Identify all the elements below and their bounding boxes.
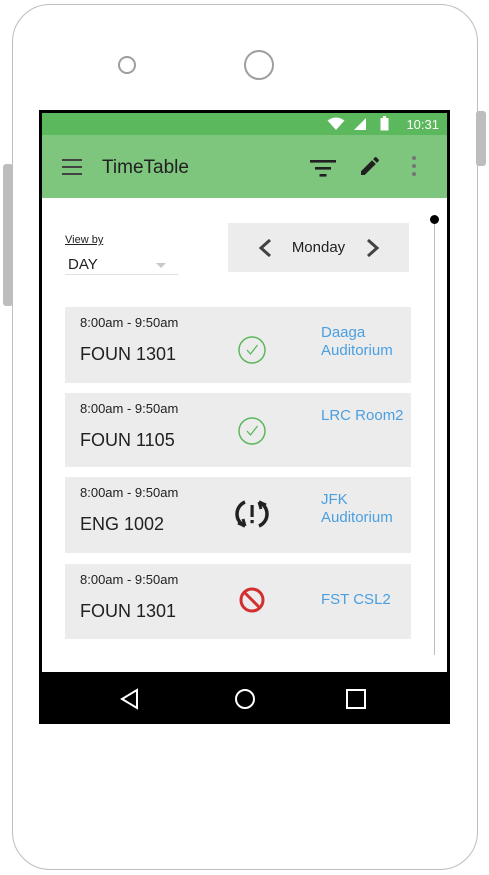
view-by-value: DAY — [68, 256, 98, 273]
power-button — [476, 111, 486, 166]
sync-problem-icon — [235, 500, 269, 528]
check-icon — [238, 336, 266, 364]
recent-apps-icon[interactable] — [345, 688, 367, 710]
edit-icon[interactable] — [358, 154, 382, 178]
class-room-link[interactable]: FST CSL2 — [321, 591, 411, 609]
class-card[interactable]: 8:00am - 9:50am FOUN 1301 FST CSL2 — [65, 564, 411, 639]
scrollbar-track[interactable] — [434, 220, 435, 655]
class-course: FOUN 1301 — [80, 344, 177, 364]
signal-icon — [354, 118, 366, 130]
class-time: 8:00am - 9:50am — [80, 485, 179, 500]
class-course: FOUN 1301 — [80, 601, 177, 621]
status-time: 10:31 — [406, 117, 439, 132]
dropdown-caret-icon — [156, 263, 166, 268]
class-card[interactable]: 8:00am - 9:50am ENG 1002 JFK Auditorium — [65, 477, 411, 553]
more-vert-icon[interactable] — [410, 156, 418, 178]
app-bar: TimeTable — [42, 135, 447, 198]
day-label: Monday — [291, 239, 346, 256]
class-course: ENG 1002 — [80, 514, 165, 534]
home-icon[interactable] — [234, 688, 256, 710]
blocked-icon — [239, 587, 265, 613]
filter-icon[interactable] — [310, 158, 336, 178]
chevron-right-icon[interactable] — [365, 238, 381, 258]
volume-button — [3, 164, 13, 306]
status-bar: 10:31 — [42, 113, 447, 135]
front-camera — [244, 50, 274, 80]
class-time: 8:00am - 9:50am — [80, 572, 179, 587]
class-card[interactable]: 8:00am - 9:50am FOUN 1301 Daaga Auditori… — [65, 307, 411, 383]
class-time: 8:00am - 9:50am — [80, 315, 179, 330]
screen: 10:31 TimeTable View by DAY Monday 8:00a… — [39, 110, 450, 724]
menu-icon[interactable] — [62, 159, 82, 175]
battery-icon — [380, 116, 389, 131]
class-room-link[interactable]: LRC Room2 — [321, 407, 411, 425]
scrollbar-thumb[interactable] — [430, 215, 439, 224]
nav-bar — [39, 673, 450, 724]
sensor — [118, 56, 136, 74]
view-by-dropdown[interactable]: DAY — [65, 253, 178, 275]
class-course: FOUN 1105 — [80, 430, 175, 450]
back-icon[interactable] — [119, 688, 141, 710]
app-screen: 10:31 TimeTable View by DAY Monday 8:00a… — [42, 113, 447, 672]
app-title: TimeTable — [102, 157, 189, 178]
class-card[interactable]: 8:00am - 9:50am FOUN 1105 LRC Room2 — [65, 393, 411, 467]
check-icon — [238, 417, 266, 445]
class-room-link[interactable]: JFK Auditorium — [321, 491, 411, 527]
day-selector: Monday — [228, 223, 409, 272]
wifi-icon — [327, 117, 345, 130]
class-room-link[interactable]: Daaga Auditorium — [321, 324, 411, 360]
view-by-label: View by — [65, 234, 104, 246]
class-time: 8:00am - 9:50am — [80, 401, 179, 416]
